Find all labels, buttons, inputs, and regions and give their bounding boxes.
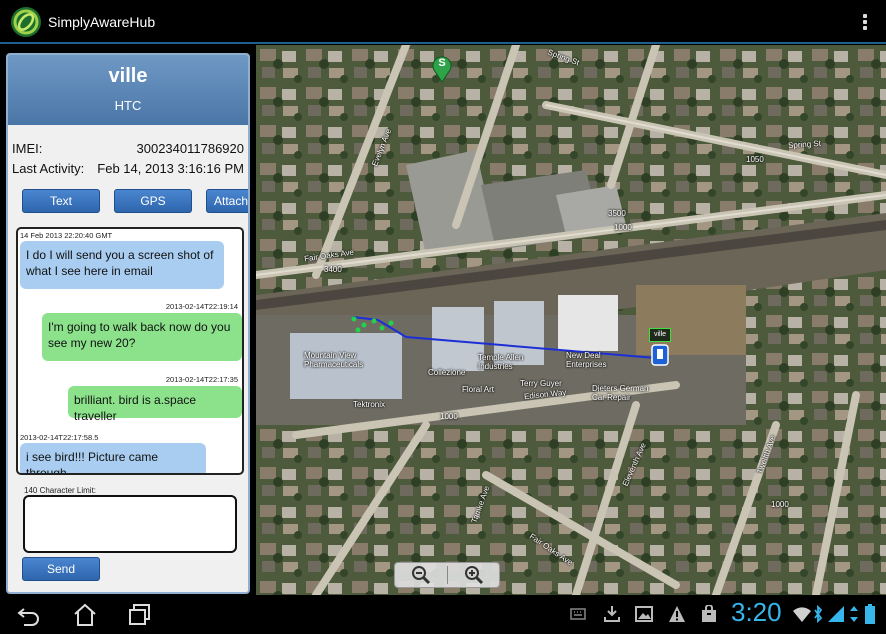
- action-bar: SimplyAwareHub: [0, 0, 886, 44]
- last-activity-label: Last Activity:: [12, 161, 85, 176]
- system-bar: 3:20: [0, 596, 886, 634]
- address-number: 1000: [771, 500, 789, 509]
- app-title: SimplyAwareHub: [48, 14, 156, 30]
- message-timestamp: 2013-02-14T22:17:35: [165, 375, 238, 384]
- message-bubble-outgoing: I'm going to walk back now do you see my…: [42, 313, 242, 361]
- contact-name: ville: [108, 65, 148, 87]
- address-number: 3500: [608, 209, 626, 218]
- shopping-bag-icon: [702, 605, 716, 622]
- zoom-in-icon: [465, 566, 484, 585]
- device-name: HTC: [114, 98, 142, 113]
- zoom-out-button[interactable]: [395, 563, 447, 587]
- zoom-out-icon: [412, 566, 431, 585]
- address-number: 1000: [440, 412, 458, 421]
- tablet-screen: SimplyAwareHub ville HTC IMEI: 300234011…: [0, 0, 886, 634]
- place-label: Temple Allen Industries: [478, 353, 524, 371]
- wifi-icon: [793, 607, 811, 622]
- keyboard-icon: [570, 608, 586, 620]
- zoom-in-button[interactable]: [448, 563, 500, 587]
- attach-button[interactable]: Attach: [206, 189, 248, 213]
- text-button[interactable]: Text: [22, 189, 100, 213]
- message-timestamp: 14 Feb 2013 22:20:40 GMT: [20, 231, 113, 240]
- home-icon[interactable]: [72, 602, 98, 628]
- overflow-menu-icon[interactable]: [862, 12, 868, 32]
- user-marker-label: ville: [649, 328, 671, 342]
- download-icon: [604, 606, 620, 622]
- sync-arrows-icon: [850, 606, 858, 622]
- place-label: Dieters German Car Repair: [592, 384, 649, 402]
- phone-marker-icon: [651, 344, 669, 366]
- message-timestamp: 2013-02-14T22:19:14: [165, 302, 238, 311]
- place-label: Tektronix: [353, 400, 386, 409]
- zoom-control: [394, 562, 500, 588]
- user-location-marker[interactable]: ville: [648, 328, 672, 368]
- back-icon[interactable]: [16, 602, 42, 628]
- imei-label: IMEI:: [12, 141, 43, 156]
- imei-value: 300234011786920: [136, 141, 245, 156]
- message-thread[interactable]: 14 Feb 2013 22:20:40 GMT I do I will sen…: [16, 227, 244, 475]
- place-label: Floral Art: [462, 385, 495, 394]
- place-label: Mountain View Pharmaceuticals: [304, 351, 364, 369]
- message-bubble-incoming: I do I will send you a screen shot of wh…: [20, 241, 224, 289]
- gps-button[interactable]: GPS: [114, 189, 192, 213]
- status-clock: 3:20: [731, 597, 782, 627]
- character-limit-label: 140 Character Limit:: [24, 486, 97, 495]
- recent-apps-icon[interactable]: [127, 602, 153, 628]
- last-activity-value: Feb 14, 2013 3:16:16 PM: [97, 161, 244, 176]
- place-label: Collezione: [428, 368, 466, 377]
- address-number: 1050: [746, 155, 764, 164]
- contact-info: IMEI: 300234011786920 Last Activity: Feb…: [8, 125, 248, 219]
- place-label: New Deal Enterprises: [566, 351, 607, 369]
- bluetooth-icon: [814, 604, 823, 624]
- map-imagery: [256, 45, 886, 595]
- message-timestamp: 2013-02-14T22:17:58.5: [20, 433, 99, 442]
- app-logo-icon: [11, 7, 41, 37]
- message-input[interactable]: [23, 495, 237, 553]
- message-bubble-incoming: i see bird!!! Picture came through: [20, 443, 206, 473]
- contact-panel: ville HTC IMEI: 300234011786920 Last Act…: [6, 53, 250, 594]
- warning-icon: [669, 606, 685, 622]
- gallery-icon: [635, 606, 653, 622]
- battery-icon: [865, 604, 875, 624]
- address-number: 1000: [614, 223, 632, 232]
- message-bubble-outgoing: brilliant. bird is a.space traveller: [68, 386, 242, 423]
- address-number: 3400: [324, 265, 342, 274]
- satellite-map[interactable]: S ville Spring St Fair Oaks Ave Evelyn A…: [256, 45, 886, 595]
- signal-icon: [828, 606, 844, 622]
- place-label: Terry Guyer: [520, 379, 562, 388]
- send-button[interactable]: Send: [22, 557, 100, 581]
- contact-header: ville HTC: [8, 55, 248, 125]
- action-buttons: Text GPS Attach: [12, 189, 248, 219]
- start-marker[interactable]: S: [431, 53, 453, 83]
- start-marker-label: S: [438, 57, 446, 69]
